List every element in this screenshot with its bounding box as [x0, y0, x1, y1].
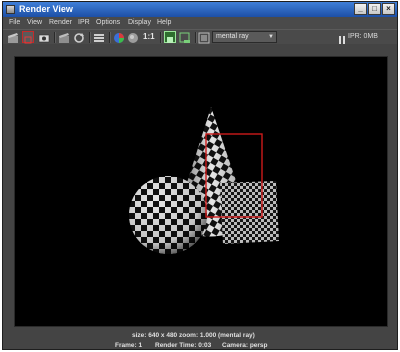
checkered-cube: [220, 181, 279, 244]
toolbar-separator: [89, 32, 91, 43]
chevron-down-icon: ▼: [268, 34, 274, 40]
renderer-value: mental ray: [216, 33, 249, 40]
close-button[interactable]: ×: [382, 3, 395, 15]
toolbar: 1:1 mental ray ▼ IPR: 0MB: [3, 29, 397, 44]
menu-file[interactable]: File: [9, 17, 20, 29]
render-region-button[interactable]: [22, 31, 34, 44]
toolbar-separator: [109, 32, 111, 43]
toolbar-separator: [195, 32, 197, 43]
render-view-window: Render View _ □ × File View Render IPR O…: [2, 1, 398, 350]
refresh-icon: [74, 33, 84, 43]
menu-render[interactable]: Render: [49, 17, 72, 29]
menu-help[interactable]: Help: [157, 17, 171, 29]
app-icon: [6, 5, 15, 14]
menu-ipr[interactable]: IPR: [78, 17, 90, 29]
region-icon: [24, 36, 32, 44]
title-bar[interactable]: Render View _ □ ×: [3, 2, 397, 17]
camera-info: Camera: persp: [222, 342, 268, 349]
camera-icon: [38, 34, 50, 43]
display-rgb-button[interactable]: [113, 31, 125, 43]
layers-icon: [198, 32, 210, 44]
ipr-clapper-icon: [59, 33, 69, 43]
pause-ipr-button[interactable]: [339, 32, 345, 44]
minimize-button[interactable]: _: [354, 3, 367, 15]
pause-icon: [339, 36, 345, 44]
render-time-info: Render Time: 0:03: [155, 342, 212, 349]
editor-button[interactable]: [198, 31, 210, 44]
remove-image-button[interactable]: [179, 31, 191, 43]
render-settings-button[interactable]: [93, 31, 105, 43]
alpha-channel-icon: [128, 33, 138, 43]
menu-view[interactable]: View: [27, 17, 42, 29]
maximize-button[interactable]: □: [368, 3, 381, 15]
render-viewport[interactable]: [14, 56, 388, 327]
image-size-info: size: 640 x 480 zoom: 1.000 (mental ray): [132, 332, 255, 339]
frame-info: Frame: 1: [115, 342, 143, 349]
snapshot-button[interactable]: [38, 31, 50, 43]
checkered-sphere: [129, 176, 207, 254]
remove-image-icon: [179, 32, 190, 43]
menu-display[interactable]: Display: [128, 17, 151, 29]
ipr-memory-status: IPR: 0MB: [348, 33, 378, 40]
keep-image-icon: [167, 37, 173, 43]
refresh-ipr-button[interactable]: [73, 31, 85, 43]
keep-image-button[interactable]: [164, 31, 176, 43]
clapper-icon: [8, 33, 18, 43]
rgb-channels-icon: [114, 33, 124, 43]
redo-render-button[interactable]: [7, 31, 19, 43]
ipr-render-button[interactable]: [58, 31, 70, 43]
settings-sliders-icon: [94, 34, 104, 42]
renderer-dropdown[interactable]: mental ray ▼: [212, 31, 277, 43]
rendered-image: [129, 107, 279, 254]
window-title: Render View: [19, 4, 73, 14]
toolbar-separator: [160, 32, 162, 43]
display-alpha-button[interactable]: [127, 31, 139, 43]
menu-bar: File View Render IPR Options Display Hel…: [3, 17, 397, 29]
menu-options[interactable]: Options: [96, 17, 120, 29]
real-size-button[interactable]: 1:1: [143, 31, 155, 43]
toolbar-separator: [54, 32, 56, 43]
